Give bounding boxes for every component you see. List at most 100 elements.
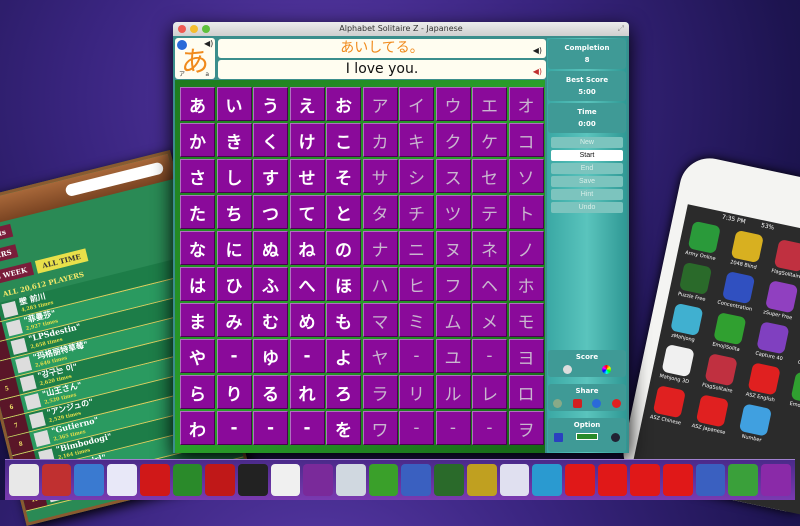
dock-app-icon[interactable] [237,464,268,496]
hint-button[interactable]: Hint [551,189,623,200]
dock-app-icon[interactable] [336,464,366,496]
letter-tile[interactable]: ユ [435,339,471,373]
phone-app[interactable]: Puzzle Free [672,261,717,304]
game-center-icon[interactable] [563,365,572,374]
letter-tile[interactable]: ヨ [508,339,544,373]
dock-app-icon[interactable] [695,464,726,496]
letter-tile[interactable]: ふ [253,267,288,301]
letter-tile[interactable]: ノ [508,231,544,265]
letter-tile[interactable]: し [216,159,252,193]
letter-tile[interactable]: れ [289,375,325,409]
phone-app[interactable]: Card Z Free [793,329,800,372]
dock-app-icon[interactable] [761,464,791,496]
letter-tile[interactable]: リ [399,375,434,409]
letter-tile[interactable]: - [472,411,507,445]
dock-app-icon[interactable] [139,464,170,496]
letter-tile[interactable]: を [326,411,361,445]
undo-button[interactable]: Undo [551,202,623,213]
letter-tile[interactable]: ケ [472,123,507,157]
letter-tile[interactable]: ヘ [472,267,507,301]
letter-tile[interactable]: と [326,195,361,229]
letter-tile[interactable]: ね [289,231,325,265]
letter-tile[interactable]: テ [472,195,507,229]
letter-tile[interactable]: - [216,339,252,373]
dock-app-icon[interactable] [41,464,72,496]
letter-tile[interactable]: チ [399,195,434,229]
speaker-icon[interactable]: ◀) [533,41,542,60]
letter-tile[interactable]: フ [435,267,471,301]
letter-tile[interactable]: い [216,87,252,121]
speaker-icon[interactable]: ◀) [533,62,542,81]
speaker-icon[interactable]: ◀) [204,39,213,48]
dock-app-icon[interactable] [270,464,301,496]
help-icon[interactable] [553,399,563,408]
letter-tile[interactable]: の [326,231,361,265]
board-color-icon[interactable] [575,433,598,440]
letter-tile[interactable]: も [326,303,361,337]
letter-tile[interactable]: ウ [435,87,471,121]
phone-app[interactable]: FlagSolitaire [767,238,800,281]
letter-tile[interactable]: こ [326,123,361,157]
phone-app[interactable]: zSuper Free [758,279,800,322]
letter-tile[interactable]: せ [289,159,325,193]
play-icon[interactable] [176,39,188,51]
start-button[interactable]: Start [551,150,623,161]
letter-tile[interactable]: ミ [399,303,434,337]
letter-tile[interactable]: た [180,195,215,229]
letter-tile[interactable]: ク [435,123,471,157]
phone-app[interactable]: EmojiSolita [707,311,752,354]
letter-tile[interactable]: ほ [326,267,361,301]
letter-tile[interactable]: え [289,87,325,121]
news-icon[interactable] [572,399,582,408]
letter-tile[interactable]: す [253,159,288,193]
letter-tile[interactable]: ホ [508,267,544,301]
settings-icon[interactable] [610,433,620,442]
dock-app-icon[interactable] [401,464,432,496]
letter-tile[interactable]: レ [472,375,507,409]
letter-tile[interactable]: - [289,411,325,445]
letter-tile[interactable]: - [253,411,288,445]
dock-app-icon[interactable] [630,464,661,496]
phone-app[interactable]: EmojiSolita [784,370,800,413]
dock-app-icon[interactable] [303,464,334,496]
letter-tile[interactable]: め [289,303,325,337]
end-button[interactable]: End [551,163,623,174]
letter-tile[interactable]: ゆ [253,339,288,373]
dock-app-icon[interactable] [532,464,562,496]
letter-tile[interactable]: ア [362,87,398,121]
letter-tile[interactable]: オ [508,87,544,121]
dock-app-icon[interactable] [9,464,39,496]
letter-tile[interactable]: ツ [435,195,471,229]
letter-tile[interactable]: あ [180,87,215,121]
letter-tile[interactable]: ソ [508,159,544,193]
letter-tile[interactable]: ヲ [508,411,544,445]
leaderboard-icon[interactable] [602,365,611,374]
phone-app[interactable]: ASZ Japanese [689,393,734,436]
letter-tile[interactable]: マ [362,303,398,337]
letter-tile[interactable]: ロ [508,375,544,409]
letter-tile[interactable]: け [289,123,325,157]
phone-app[interactable]: Army Online [681,220,726,263]
letter-tile[interactable]: シ [399,159,434,193]
z-icon[interactable] [611,399,621,408]
letter-tile[interactable]: - [289,339,325,373]
new-button[interactable]: New [551,137,623,148]
letter-tile[interactable]: て [289,195,325,229]
letter-tile[interactable]: き [216,123,252,157]
letter-tile[interactable]: ニ [399,231,434,265]
letter-tile[interactable]: か [180,123,215,157]
letter-tile[interactable]: ヒ [399,267,434,301]
letter-tile[interactable]: ひ [216,267,252,301]
letter-tile[interactable]: ナ [362,231,398,265]
dock-app-icon[interactable] [663,464,693,496]
letter-tile[interactable]: コ [508,123,544,157]
phone-app[interactable]: ASZ English [741,361,786,404]
letter-tile[interactable]: は [180,267,215,301]
dock-app-icon[interactable] [728,464,759,496]
letter-tile[interactable]: イ [399,87,434,121]
letter-tile[interactable]: つ [253,195,288,229]
letter-tile[interactable]: む [253,303,288,337]
letter-tile[interactable]: ま [180,303,215,337]
letter-tile[interactable]: キ [399,123,434,157]
letter-tile[interactable]: ろ [326,375,361,409]
